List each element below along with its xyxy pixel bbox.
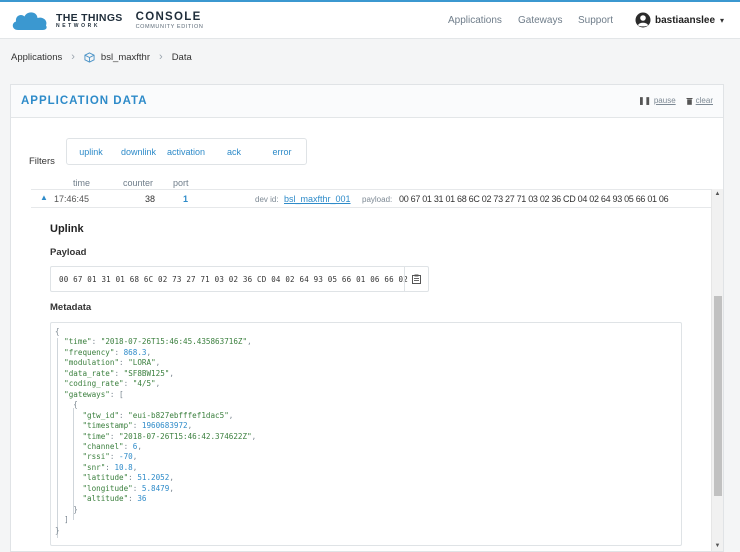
scroll-up-icon[interactable]: ▲ [712, 191, 723, 197]
metadata-section-label: Metadata [50, 302, 92, 313]
filter-ack[interactable]: ack [210, 147, 258, 157]
payload-section-label: Payload [50, 247, 87, 258]
metadata-viewer[interactable]: { "time": "2018-07-26T15:46:45.435863716… [50, 322, 682, 546]
panel-actions: ❚❚ pause clear [628, 96, 713, 105]
collapse-icon[interactable]: ▲ [40, 193, 48, 202]
uplink-detail: Uplink Payload 00 67 01 31 01 68 6C 02 7… [31, 207, 714, 547]
nav-support[interactable]: Support [578, 15, 613, 26]
application-icon [84, 51, 95, 63]
filter-activation[interactable]: activation [162, 147, 210, 157]
payload-label: payload: [362, 195, 393, 204]
metadata-json: { "time": "2018-07-26T15:46:45.435863716… [55, 327, 257, 535]
dev-id-label: dev id: [255, 195, 279, 204]
row-time: 17:46:45 [54, 194, 90, 204]
chevron-right-icon: › [159, 51, 163, 63]
filters-label: Filters [29, 156, 55, 167]
pause-button[interactable]: ❚❚ pause [638, 96, 675, 105]
row-port: 1 [183, 194, 189, 204]
panel-header: APPLICATION DATA ❚❚ pause clear [11, 85, 723, 118]
filter-downlink[interactable]: downlink [115, 147, 162, 157]
panel-title: APPLICATION DATA [21, 95, 148, 107]
filter-error[interactable]: error [258, 147, 306, 157]
column-header-counter: counter [123, 178, 154, 188]
table-row[interactable]: ▲ 17:46:45 38 1 dev id: bsl_maxfthr_001 … [31, 189, 714, 207]
brand-subname: NETWORK [56, 23, 101, 30]
user-menu[interactable]: bastiaanslee ▾ [635, 12, 724, 28]
pause-link[interactable]: pause [654, 96, 676, 105]
breadcrumb: Applications › bsl_maxfthr › Data [11, 51, 192, 63]
nav-applications[interactable]: Applications [448, 15, 502, 26]
clipboard-icon[interactable] [404, 267, 428, 291]
username: bastiaanslee [655, 14, 716, 26]
payload-field[interactable]: 00 67 01 31 01 68 6C 02 73 27 71 03 02 3… [50, 266, 429, 292]
filter-uplink[interactable]: uplink [67, 147, 115, 157]
nav-gateways[interactable]: Gateways [518, 15, 562, 26]
scrollbar-thumb[interactable] [714, 296, 722, 496]
breadcrumb-applications[interactable]: Applications [11, 52, 62, 63]
breadcrumb-data: Data [171, 51, 192, 63]
uplink-title: Uplink [50, 223, 84, 235]
filter-group: uplink downlink activation ack error [66, 138, 307, 165]
dev-id-link[interactable]: bsl_maxfthr_001 [284, 194, 351, 204]
application-data-panel: APPLICATION DATA ❚❚ pause clear Filters … [10, 84, 724, 552]
clear-button[interactable]: clear [686, 96, 713, 105]
row-counter: 38 [145, 194, 156, 204]
scroll-down-icon[interactable]: ▼ [712, 543, 723, 549]
cloud-icon [12, 12, 47, 30]
avatar-icon [635, 12, 651, 28]
console-subtitle: COMMUNITY EDITION [135, 23, 204, 30]
breadcrumb-application[interactable]: bsl_maxfthr [101, 52, 150, 63]
console-title: CONSOLE [135, 11, 202, 23]
ttn-logo[interactable]: THE THINGS NETWORK CONSOLE COMMUNITY EDI… [10, 8, 203, 34]
column-header-port: port [173, 178, 189, 188]
payload-value: 00 67 01 31 01 68 6C 02 73 27 71 03 02 3… [59, 275, 408, 284]
brand-name: THE THINGS [56, 11, 123, 24]
scrollbar[interactable]: ▲ ▼ [711, 189, 723, 551]
top-navigation-bar: THE THINGS NETWORK CONSOLE COMMUNITY EDI… [0, 0, 740, 39]
chevron-down-icon: ▾ [720, 15, 725, 25]
trash-icon [686, 97, 693, 105]
row-payload: 00 67 01 31 01 68 6C 02 73 27 71 03 02 3… [399, 194, 669, 204]
pause-icon: ❚❚ [638, 96, 651, 105]
clear-link[interactable]: clear [696, 96, 713, 105]
chevron-right-icon: › [71, 51, 75, 63]
column-header-time: time [73, 178, 91, 188]
